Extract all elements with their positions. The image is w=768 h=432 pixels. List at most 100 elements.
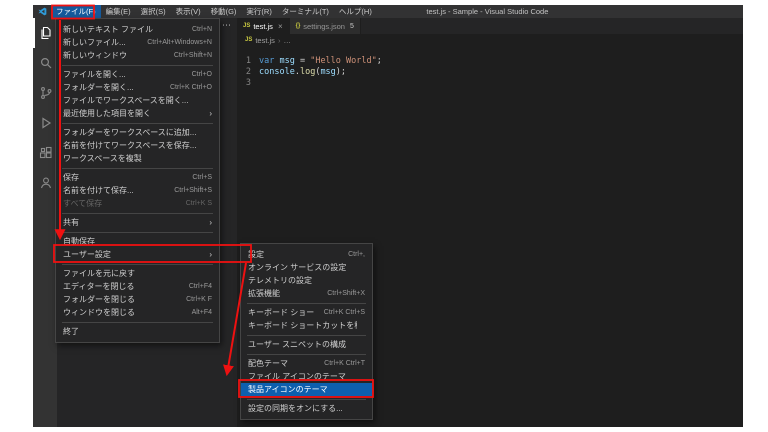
menu-item-label: ワークスペースを複製 bbox=[63, 154, 142, 163]
menu-item-label: 配色テーマ bbox=[248, 359, 288, 368]
account-icon[interactable] bbox=[33, 168, 57, 198]
menu-item[interactable]: 自動保存 › bbox=[56, 235, 219, 248]
menu-item[interactable]: 配色テーマ Ctrl+K Ctrl+T › bbox=[241, 357, 372, 370]
menu-separator: › bbox=[247, 398, 366, 400]
menu-item[interactable]: 拡張機能 Ctrl+Shift+X › bbox=[241, 287, 372, 300]
menu-item[interactable]: 名前を付けて保存... Ctrl+Shift+S › bbox=[56, 184, 219, 197]
source-control-icon[interactable] bbox=[33, 78, 57, 108]
menu-item[interactable]: 新しいファイル... Ctrl+Alt+Windows+N › bbox=[56, 36, 219, 49]
menu-item-shortcut: Ctrl+K F bbox=[186, 296, 212, 303]
code-token: "Hello World" bbox=[310, 56, 377, 66]
menu-item-label: すべて保存 bbox=[63, 199, 103, 208]
menu-item-label: 共有 bbox=[63, 218, 79, 227]
menubar-item[interactable]: ターミナル(T) bbox=[277, 5, 334, 18]
menu-item-label: キーボード ショートカットを移行する... bbox=[248, 321, 357, 330]
line-number: 3 bbox=[245, 78, 251, 88]
menu-item-shortcut: Ctrl+Shift+N bbox=[173, 52, 212, 59]
menu-item-label: フォルダーをワークスペースに追加... bbox=[63, 128, 197, 137]
menubar-item[interactable]: 実行(R) bbox=[241, 5, 276, 18]
menu-item-label: 設定の同期をオンにする... bbox=[248, 404, 343, 413]
tab-settingsjson[interactable]: {} settings.json 5 bbox=[289, 18, 361, 34]
menu-item-shortcut: Ctrl+F4 bbox=[188, 283, 212, 290]
menu-item[interactable]: ユーザー スニペットの構成 › bbox=[241, 338, 372, 351]
menu-item[interactable]: ファイルを開く... Ctrl+O › bbox=[56, 68, 219, 81]
extensions-icon[interactable] bbox=[33, 138, 57, 168]
menu-item-label: 自動保存 bbox=[63, 237, 95, 246]
tab-testjs[interactable]: JS test.js × bbox=[237, 18, 290, 34]
tab-close-icon[interactable]: × bbox=[278, 22, 283, 31]
breadcrumb-symbol[interactable]: … bbox=[283, 36, 291, 45]
menu-item[interactable]: 保存 Ctrl+S › bbox=[56, 171, 219, 184]
menu-separator: › bbox=[62, 263, 213, 265]
menu-item-shortcut: Ctrl+K Ctrl+S bbox=[323, 309, 365, 316]
line-number: 2 bbox=[245, 67, 251, 77]
menu-item-label: ウィンドウを閉じる bbox=[63, 308, 135, 317]
menu-separator: › bbox=[247, 334, 366, 336]
search-icon[interactable] bbox=[33, 48, 57, 78]
menu-item[interactable]: 新しいテキスト ファイル Ctrl+N › bbox=[56, 23, 219, 36]
menu-item-label: 最近使用した項目を開く bbox=[63, 109, 151, 118]
code-line: 3 bbox=[237, 78, 743, 89]
menu-item[interactable]: ウィンドウを閉じる Alt+F4 › bbox=[56, 306, 219, 319]
chevron-right-icon: › bbox=[209, 250, 212, 259]
menu-item-label: ファイル アイコンのテーマ bbox=[248, 372, 346, 381]
menu-item-label: 保存 bbox=[63, 173, 79, 182]
menu-item-label: ファイルでワークスペースを開く... bbox=[63, 96, 189, 105]
menu-item[interactable]: エディターを閉じる Ctrl+F4 › bbox=[56, 280, 219, 293]
tab-label: test.js bbox=[253, 21, 273, 31]
menu-item[interactable]: テレメトリの設定 › bbox=[241, 274, 372, 287]
menu-item[interactable]: 製品アイコンのテーマ › bbox=[241, 383, 372, 396]
menubar-item-label: ヘルプ(H) bbox=[338, 7, 372, 16]
menu-separator: › bbox=[62, 122, 213, 124]
menu-item[interactable]: 新しいウィンドウ Ctrl+Shift+N › bbox=[56, 49, 219, 62]
sidebar-more-actions-icon[interactable]: ⋯ bbox=[222, 19, 231, 31]
menu-item-shortcut: Ctrl+S bbox=[192, 174, 212, 181]
breadcrumb-file[interactable]: test.js bbox=[255, 36, 275, 45]
menubar-item-label: 実行(R) bbox=[246, 7, 272, 16]
menu-item-label: エディターを閉じる bbox=[63, 282, 135, 291]
menu-item[interactable]: ファイルでワークスペースを開く... › bbox=[56, 94, 219, 107]
menu-item[interactable]: フォルダーをワークスペースに追加... › bbox=[56, 126, 219, 139]
menu-item[interactable]: すべて保存 Ctrl+K S › bbox=[56, 197, 219, 210]
menu-item[interactable]: ワークスペースを複製 › bbox=[56, 152, 219, 165]
menu-item[interactable]: 最近使用した項目を開く › bbox=[56, 107, 219, 120]
menu-separator: › bbox=[247, 353, 366, 355]
menu-item[interactable]: 名前を付けてワークスペースを保存... › bbox=[56, 139, 219, 152]
menu-item[interactable]: ファイル アイコンのテーマ › bbox=[241, 370, 372, 383]
titlebar: ファイル(F) 編集(E) 選択(S) 表示(V) 移動(G) 実行(R) ター… bbox=[33, 5, 743, 18]
menubar-item[interactable]: 表示(V) bbox=[171, 5, 206, 18]
menubar-item[interactable]: 移動(G) bbox=[206, 5, 242, 18]
menu-item-label: 拡張機能 bbox=[248, 289, 280, 298]
menu-item-label: キーボード ショートカット bbox=[248, 308, 316, 317]
user-settings-submenu: 設定 Ctrl+, › オンライン サービスの設定 › テレメトリの設定 › bbox=[240, 243, 373, 420]
menu-item[interactable]: フォルダーを閉じる Ctrl+K F › bbox=[56, 293, 219, 306]
menu-item-label: テレメトリの設定 bbox=[248, 276, 312, 285]
code-editor[interactable]: 1 var msg = "Hello World"; 2 console. log(m… bbox=[237, 46, 743, 89]
menu-item-shortcut: Ctrl+K S bbox=[185, 200, 212, 207]
menu-item[interactable]: ユーザー設定 › bbox=[56, 248, 219, 261]
menu-item[interactable]: キーボード ショートカット Ctrl+K Ctrl+S › bbox=[241, 306, 372, 319]
menu-item[interactable]: オンライン サービスの設定 › bbox=[241, 261, 372, 274]
menu-item[interactable]: 設定の同期をオンにする... › bbox=[241, 402, 372, 415]
menu-item[interactable]: 共有 › bbox=[56, 216, 219, 229]
code-line: 2 console. log(msg); bbox=[237, 67, 743, 78]
line-number: 1 bbox=[245, 56, 251, 66]
menu-item[interactable]: フォルダーを開く... Ctrl+K Ctrl+O › bbox=[56, 81, 219, 94]
chevron-right-icon: › bbox=[209, 218, 212, 227]
menu-item[interactable]: 設定 Ctrl+, › bbox=[241, 248, 372, 261]
menubar-item[interactable]: ヘルプ(H) bbox=[334, 5, 377, 18]
menubar-item[interactable]: 選択(S) bbox=[136, 5, 171, 18]
javascript-file-icon: JS bbox=[245, 37, 253, 43]
menu-item[interactable]: ファイルを元に戻す › bbox=[56, 267, 219, 280]
explorer-icon[interactable] bbox=[33, 18, 57, 48]
menubar-item[interactable]: ファイル(F) bbox=[51, 5, 101, 18]
breadcrumb: JS test.js › … bbox=[237, 34, 743, 46]
menubar-item[interactable]: 編集(E) bbox=[101, 5, 136, 18]
menu-item-label: 設定 bbox=[248, 250, 264, 259]
menu-item[interactable]: キーボード ショートカットを移行する... › bbox=[241, 319, 372, 332]
run-debug-icon[interactable] bbox=[33, 108, 57, 138]
menu-item-label: 製品アイコンのテーマ bbox=[248, 385, 328, 394]
menu-item-label: 名前を付けてワークスペースを保存... bbox=[63, 141, 197, 150]
menu-item[interactable]: 終了 › bbox=[56, 325, 219, 338]
menu-item-label: 新しいウィンドウ bbox=[63, 51, 127, 60]
